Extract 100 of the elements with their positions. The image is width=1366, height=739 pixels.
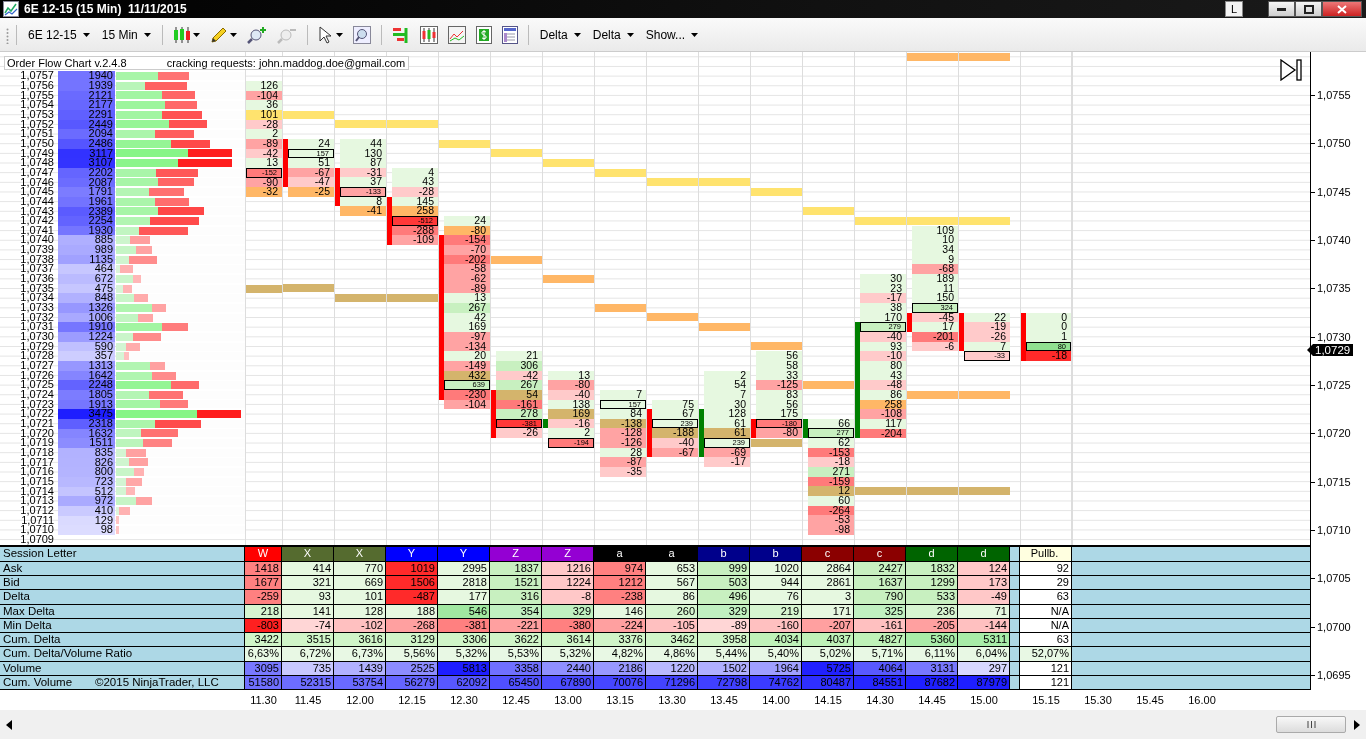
maximize-button[interactable] bbox=[1295, 1, 1322, 17]
delta-cell: -159 bbox=[808, 476, 854, 487]
close-button[interactable] bbox=[1322, 1, 1362, 17]
volume-cell: 1006 bbox=[58, 312, 115, 323]
delta-cell: 271 bbox=[808, 467, 854, 477]
delta-cell: 51 bbox=[288, 158, 334, 168]
volume-cell: 357 bbox=[58, 351, 115, 361]
scroll-right-icon[interactable] bbox=[1354, 719, 1360, 730]
copyright-text: ©2015 NinjaTrader, LLC bbox=[95, 676, 219, 689]
stat-cell: 4037 bbox=[802, 633, 854, 647]
delta-cell: 258 bbox=[392, 206, 438, 217]
volume-cell: 2486 bbox=[58, 138, 115, 149]
delta-cell: -80 bbox=[756, 428, 802, 439]
menu-dropdown[interactable]: Delta bbox=[535, 25, 585, 44]
stat-cell: 1521 bbox=[490, 576, 542, 590]
volume-cell: 723 bbox=[58, 476, 115, 487]
delta-cell: 267 bbox=[444, 303, 490, 313]
scroll-to-end-button[interactable] bbox=[1280, 59, 1302, 81]
delta-cell: 44 bbox=[340, 138, 386, 149]
volume-cell: 2087 bbox=[58, 177, 115, 188]
volume-cell: 3117 bbox=[58, 148, 115, 159]
delta-cell: -69 bbox=[704, 447, 750, 458]
instrument-dropdown[interactable]: 6E 12-15 bbox=[24, 25, 94, 44]
delta-cell: -125 bbox=[756, 380, 802, 390]
delta-cell: -204 bbox=[860, 428, 906, 439]
delta-cell: 87 bbox=[340, 158, 386, 168]
interval-dropdown[interactable]: 15 Min bbox=[97, 25, 155, 44]
stat-cell: 4034 bbox=[750, 633, 802, 647]
delta-cell: -28 bbox=[392, 187, 438, 197]
delta-cell: 58 bbox=[756, 360, 802, 371]
stat-cell: 3422 bbox=[245, 633, 282, 647]
delta-cell: -153 bbox=[808, 447, 854, 458]
delta-cell: 1 bbox=[1026, 332, 1071, 342]
search-icon bbox=[352, 25, 371, 44]
price-label: 1,0721 bbox=[19, 418, 55, 429]
delta-cell: 101 bbox=[246, 109, 282, 120]
price-label: 1,0730 bbox=[19, 332, 55, 342]
price-tick-label: 1,0750 bbox=[1316, 138, 1351, 150]
delta-cell: -288 bbox=[392, 225, 438, 236]
menu-dropdown[interactable]: Show... bbox=[641, 25, 703, 44]
stat-cell: 4,86% bbox=[646, 647, 698, 661]
delta-cell: -104 bbox=[444, 399, 490, 410]
volume-cell: 1910 bbox=[58, 322, 115, 333]
delta-cell: 30 bbox=[704, 399, 750, 410]
stat-cell: 669 bbox=[334, 576, 386, 590]
delta-cell: -202 bbox=[444, 254, 490, 265]
volume-cell: 2248 bbox=[58, 380, 115, 390]
stat-cell: 496 bbox=[698, 590, 750, 604]
price-label: 1,0741 bbox=[19, 225, 55, 236]
link-button[interactable]: L bbox=[1225, 1, 1243, 17]
stat-cell: 3622 bbox=[490, 633, 542, 647]
stat-cell: 5,71% bbox=[854, 647, 906, 661]
table-icon bbox=[501, 25, 518, 44]
time-label: 13.45 bbox=[709, 694, 739, 706]
delta-cell: -161 bbox=[496, 399, 542, 410]
header-note: cracking requests: john.maddog.doe@gmail.com bbox=[166, 57, 406, 69]
delta-cell: 56 bbox=[756, 399, 802, 410]
delta-cell: -18 bbox=[1026, 351, 1071, 361]
pencil-icon bbox=[209, 25, 228, 44]
delta-cell: -47 bbox=[288, 177, 334, 188]
price-tick-label: 1,0745 bbox=[1316, 186, 1351, 198]
volume-cell: 1632 bbox=[58, 428, 115, 439]
time-label: 15.45 bbox=[1135, 694, 1165, 706]
stat-cell: 86 bbox=[646, 590, 698, 604]
delta-cell: -41 bbox=[340, 206, 386, 217]
stat-cell: 790 bbox=[854, 590, 906, 604]
volume-cell: 2389 bbox=[58, 206, 115, 217]
minimize-button[interactable] bbox=[1268, 1, 1295, 17]
delta-cell: 7 bbox=[600, 389, 646, 400]
volume-cell: 1961 bbox=[58, 196, 115, 207]
delta-cell: 138 bbox=[548, 399, 594, 410]
delta-cell: 62 bbox=[808, 438, 854, 448]
delta-cell: 8 bbox=[340, 196, 386, 207]
time-label: 11.30 bbox=[249, 694, 278, 706]
price-label: 1,0742 bbox=[19, 216, 55, 226]
menu-dropdown[interactable]: Delta bbox=[588, 25, 638, 44]
stat-cell: 4827 bbox=[854, 633, 906, 647]
delta-cell: 267 bbox=[496, 380, 542, 390]
delta-cell: -97 bbox=[444, 331, 490, 342]
price-label: 1,0728 bbox=[19, 351, 55, 362]
delta-cell: -149 bbox=[444, 360, 490, 371]
scrollbar-thumb[interactable] bbox=[1276, 716, 1346, 733]
delta-cell: 33 bbox=[756, 370, 802, 381]
close-icon bbox=[1337, 4, 1347, 14]
price-tick-label: 1,0735 bbox=[1316, 283, 1351, 295]
candlestick-box-icon bbox=[419, 25, 438, 44]
price-label: 1,0734 bbox=[19, 293, 55, 304]
delta-cell: 12 bbox=[808, 486, 854, 497]
stat-cell: 3129 bbox=[386, 633, 438, 647]
scroll-left-icon[interactable] bbox=[6, 719, 12, 730]
row-label: Cum. Delta/Volume Ratio bbox=[0, 647, 245, 661]
delta-cell: 22 bbox=[964, 312, 1010, 323]
stat-cell: 5,32% bbox=[542, 647, 594, 661]
stat-cell: 6,72% bbox=[282, 647, 334, 661]
time-label: 14.15 bbox=[813, 694, 843, 706]
price-tick-label: 1,0695 bbox=[1316, 670, 1351, 682]
delta-cell: -104 bbox=[246, 90, 282, 101]
delta-cell: 7 bbox=[704, 389, 750, 400]
price-label: 1,0756 bbox=[19, 81, 55, 91]
horizontal-scrollbar[interactable] bbox=[0, 710, 1366, 739]
